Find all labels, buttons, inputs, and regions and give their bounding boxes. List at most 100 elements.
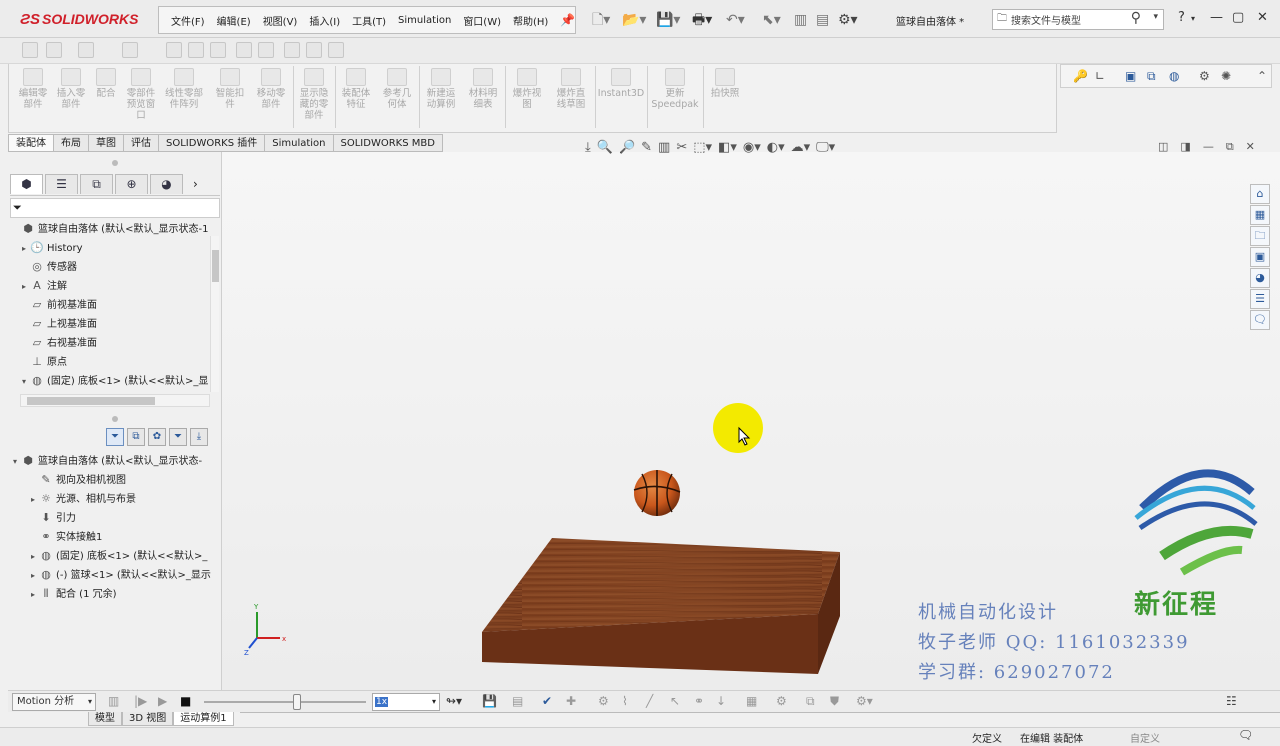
key-icon[interactable]: 🔑 xyxy=(1073,69,1088,83)
force-icon[interactable]: ↖ xyxy=(670,694,680,708)
bom-button[interactable]: 材料明 细表 xyxy=(463,68,503,110)
apply-scene-icon[interactable]: ☁▾ xyxy=(791,140,811,155)
motion-tree-item[interactable]: ▾ ⬢ 篮球自由落体 (默认<默认_显示状态- xyxy=(10,452,215,471)
playback-slider[interactable] xyxy=(204,694,366,710)
expand-arrow-icon[interactable]: ▸ xyxy=(28,585,38,604)
units-status[interactable]: 自定义 xyxy=(1130,730,1160,745)
view-orientation-dropdown-icon[interactable]: ⬚▾ xyxy=(693,140,712,155)
edit-appearance-icon[interactable]: ◐▾ xyxy=(767,140,785,155)
toolbar-icon[interactable] xyxy=(236,42,252,58)
hide-show-icon[interactable]: ◉▾ xyxy=(743,140,761,155)
panel-grip[interactable] xyxy=(112,160,118,166)
toolbar-icon[interactable] xyxy=(210,42,226,58)
expand-arrow-icon[interactable]: ▾ xyxy=(10,452,20,471)
filter-driving-icon[interactable]: ⧉ xyxy=(127,428,145,446)
tree-vertical-scrollbar[interactable] xyxy=(210,236,219,392)
open-icon[interactable]: 📂▾ xyxy=(622,11,646,29)
tab-addins[interactable]: SOLIDWORKS 插件 xyxy=(159,134,266,152)
solidworks-logo[interactable]: ƧS SOLIDWORKS xyxy=(20,8,138,30)
tab-motion-study-1[interactable]: 运动算例1 xyxy=(173,712,234,726)
expand-icon[interactable]: ⌃ xyxy=(1257,69,1267,83)
feature-tree-item[interactable]: ▱ 前视基准面 xyxy=(10,296,215,315)
menu-tools[interactable]: 工具(T) xyxy=(346,13,392,28)
motion-tree-item[interactable]: ▸ ⫴ 配合 (1 冗余) xyxy=(10,585,215,604)
menu-view[interactable]: 视图(V) xyxy=(257,13,304,28)
slider-knob[interactable] xyxy=(293,694,302,710)
expand-arrow-icon[interactable]: ▸ xyxy=(19,277,29,296)
calculate-icon[interactable]: ▥ xyxy=(108,694,119,708)
design-library-icon[interactable]: ▦ xyxy=(1250,205,1270,225)
view-orientation-icon[interactable]: ⤓ xyxy=(585,140,591,155)
feature-tree-item[interactable]: ⬢ 篮球自由落体 (默认<默认_显示状态-1 xyxy=(10,220,215,239)
motion-tree-item[interactable]: ⬇ 引力 xyxy=(10,509,215,528)
toolbar-icon[interactable] xyxy=(166,42,182,58)
search-icon[interactable]: ⚲ xyxy=(1131,10,1141,26)
panel-splitter[interactable] xyxy=(112,416,118,422)
file-explorer-icon[interactable]: 🗀 xyxy=(1250,226,1270,246)
addin-gear-icon[interactable]: ✺ xyxy=(1221,69,1231,83)
zoom-to-fit-icon[interactable]: 🔍 xyxy=(597,140,613,155)
results-plots-icon[interactable]: ▦ xyxy=(746,694,757,708)
scroll-thumb[interactable] xyxy=(27,397,155,405)
toolbar-icon[interactable] xyxy=(46,42,62,58)
feature-tree-item[interactable]: ▸ A 注解 xyxy=(10,277,215,296)
section-view-icon[interactable]: ▥ xyxy=(658,140,670,155)
previous-view-icon[interactable]: ✎ xyxy=(641,140,652,155)
tab-assembly[interactable]: 装配体 xyxy=(8,134,54,152)
expand-arrow-icon[interactable]: ▸ xyxy=(28,490,38,509)
reference-geometry-button[interactable]: 参考几 何体 xyxy=(377,68,417,110)
motion-tree-item[interactable]: ⚭ 实体接触1 xyxy=(10,528,215,547)
search-box[interactable]: 🗀 搜索文件与模型 ⚲ ▾ xyxy=(992,9,1164,30)
autokey-icon[interactable]: ✔ xyxy=(542,694,552,708)
tab-mbd[interactable]: SOLIDWORKS MBD xyxy=(333,134,443,152)
filter-selected-icon[interactable]: ✿ xyxy=(148,428,166,446)
study-type-select[interactable]: Motion 分析 ▾ xyxy=(12,693,96,711)
collapse-icon[interactable]: ⧉ xyxy=(806,694,815,709)
rebuild-icon[interactable]: ▥ xyxy=(794,11,807,29)
help-dropdown-icon[interactable]: ▾ xyxy=(1191,14,1195,23)
new-document-icon[interactable]: 🗋▾ xyxy=(592,11,610,29)
print-icon[interactable]: 🖶▾ xyxy=(692,11,712,29)
custom-properties-icon[interactable]: ☰ xyxy=(1250,289,1270,309)
toolbar-icon[interactable] xyxy=(306,42,322,58)
assembly-features-button[interactable]: 装配体 特征 xyxy=(337,68,375,110)
menu-simulation[interactable]: Simulation xyxy=(392,15,457,26)
menu-file[interactable]: 文件(F) xyxy=(165,13,211,28)
expand-arrow-icon[interactable]: ▸ xyxy=(28,547,38,566)
tab-simulation[interactable]: Simulation xyxy=(265,134,334,152)
filter-animated-icon[interactable]: ⏷ xyxy=(106,428,124,446)
select-icon[interactable]: ⬉▾ xyxy=(762,11,781,29)
toolbar-icon[interactable] xyxy=(284,42,300,58)
new-motion-study-button[interactable]: 新建运 动算例 xyxy=(421,68,461,110)
configuration-manager-tab-icon[interactable]: ⧉ xyxy=(80,174,113,194)
shield-icon[interactable]: ⛊ xyxy=(830,694,839,709)
maximize-button[interactable]: ▢ xyxy=(1232,10,1244,25)
property-manager-tab-icon[interactable]: ☰ xyxy=(45,174,78,194)
feature-tree-item[interactable]: ▱ 上视基准面 xyxy=(10,315,215,334)
toolbar-icon[interactable] xyxy=(122,42,138,58)
damper-icon[interactable]: ╱ xyxy=(646,694,653,708)
options-icon[interactable]: ⚙▾ xyxy=(856,694,873,708)
menu-insert[interactable]: 插入(I) xyxy=(303,13,346,28)
expand-arrow-icon[interactable]: ▾ xyxy=(19,372,29,391)
toolbar-icon[interactable] xyxy=(78,42,94,58)
zoom-area-icon[interactable]: 🔎 xyxy=(619,140,635,155)
display-style-icon[interactable]: ◧▾ xyxy=(718,140,737,155)
dynamic-annotation-icon[interactable]: ✂ xyxy=(676,140,687,155)
filter-results-icon[interactable]: ⏷ xyxy=(169,428,187,446)
play-from-start-icon[interactable]: |▶ xyxy=(134,694,147,708)
instant3d-button[interactable]: Instant3D xyxy=(597,68,645,99)
settings-gear-icon[interactable]: ⚙ xyxy=(1199,69,1210,83)
feature-manager-tab-icon[interactable]: ⬢ xyxy=(10,174,43,194)
options-gear-icon[interactable]: ⚙▾ xyxy=(838,11,858,29)
update-speedpak-button[interactable]: 更新 Speedpak xyxy=(649,68,701,110)
menu-help[interactable]: 帮助(H) xyxy=(507,13,554,28)
pin-icon[interactable]: 📌 xyxy=(560,13,575,27)
monitor-icon[interactable]: ▣ xyxy=(1125,69,1136,83)
playback-mode-icon[interactable]: ↬▾ xyxy=(446,694,462,708)
motion-study-properties-icon[interactable]: ⚙ xyxy=(776,694,787,708)
menu-window[interactable]: 窗口(W) xyxy=(457,13,507,28)
viewport-restore-icon[interactable]: ◫ xyxy=(1158,140,1168,154)
motor-icon[interactable]: ⚙ xyxy=(598,694,609,708)
file-properties-icon[interactable]: ▤ xyxy=(816,11,829,29)
